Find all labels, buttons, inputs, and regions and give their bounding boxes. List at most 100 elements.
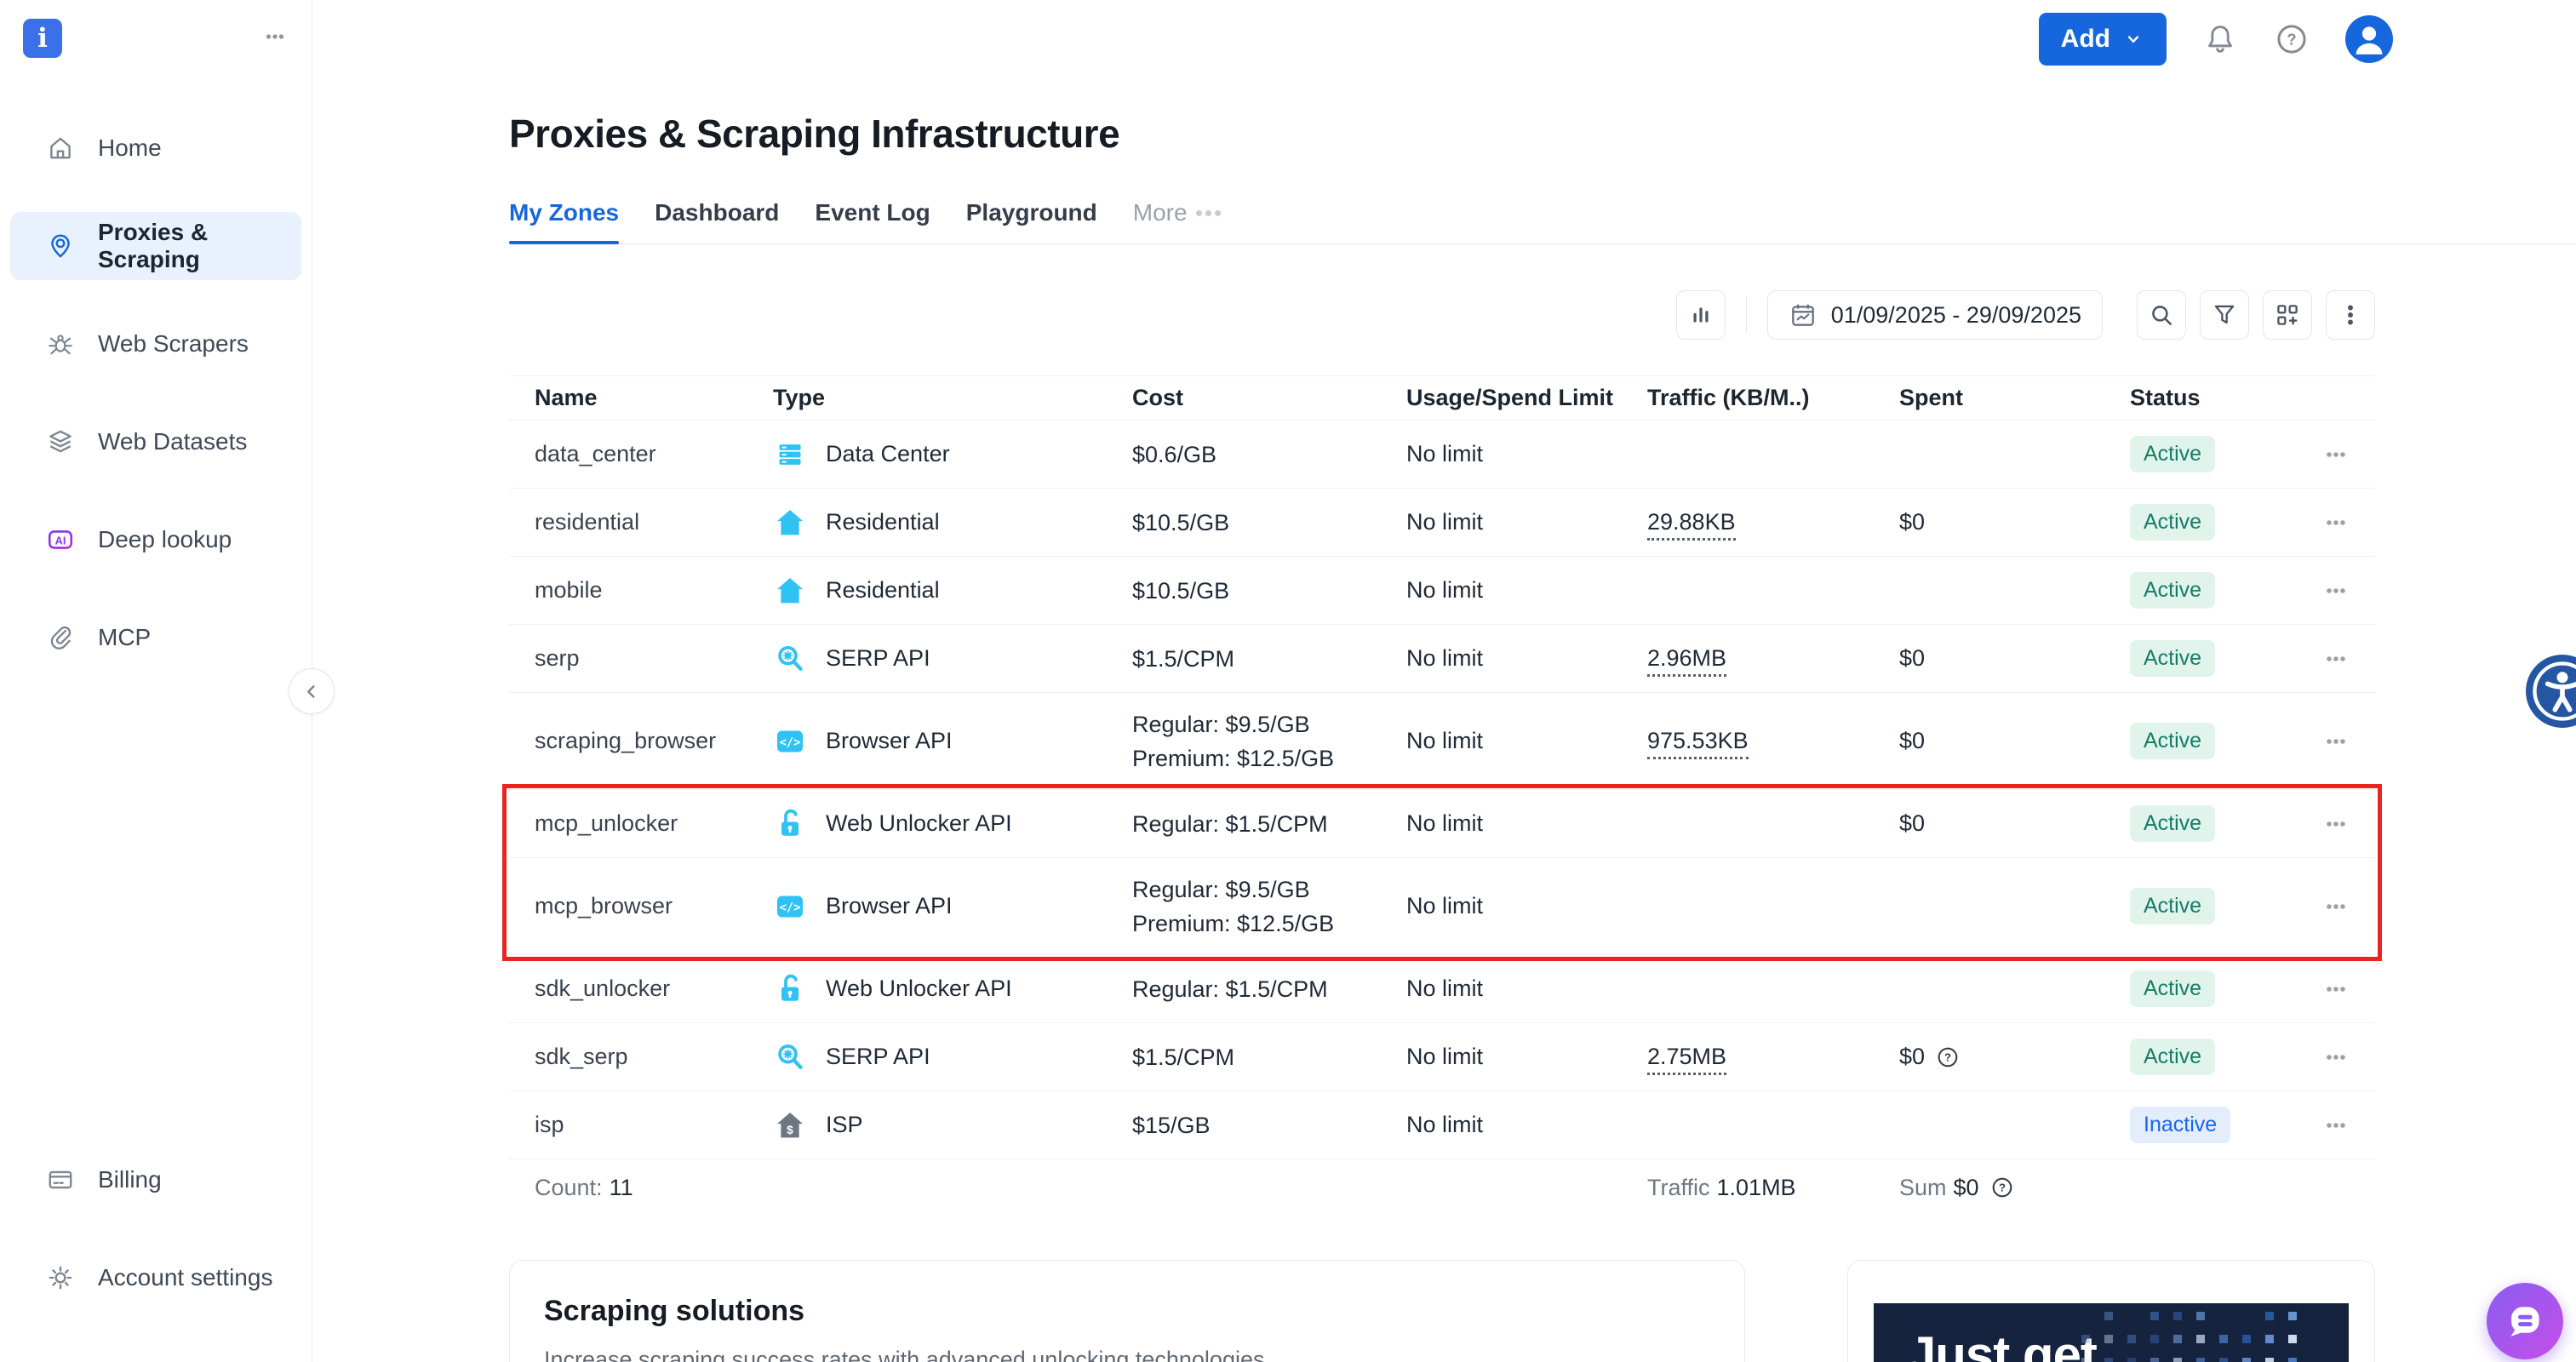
zone-traffic: 2.96MB xyxy=(1647,645,1899,677)
zone-type-label: Data Center xyxy=(826,441,950,466)
table-row-mcp_unlocker[interactable]: mcp_unlocker Web Unlocker API Regular: $1.… xyxy=(509,790,2375,858)
isp-house-icon xyxy=(773,1108,807,1142)
sidebar-item-deep-lookup[interactable]: Deep lookup xyxy=(10,506,301,574)
scraping-solutions-title: Scraping solutions xyxy=(544,1295,805,1327)
tab-more[interactable]: More xyxy=(1133,199,1221,243)
avatar[interactable] xyxy=(2345,15,2393,63)
status-badge: Active xyxy=(2130,723,2216,759)
column-header-type: Type xyxy=(773,385,826,410)
row-menu-button[interactable] xyxy=(2322,509,2350,536)
scraping-solutions-subtitle: Increase scraping success rates with adv… xyxy=(544,1347,1265,1362)
search-icon xyxy=(2147,300,2176,329)
table-row-mobile[interactable]: mobile Residential $10.5/GB No limit Active xyxy=(509,557,2375,625)
add-button[interactable]: Add xyxy=(2038,13,2167,66)
chat-widget-button[interactable] xyxy=(2487,1283,2563,1359)
table-row-serp[interactable]: serp SERP API $1.5/CPM No limit 2.96MB $0 Acti… xyxy=(509,625,2375,693)
row-menu-button[interactable] xyxy=(2322,893,2350,920)
zone-count: Count: 11 xyxy=(535,1174,633,1200)
tab-dashboard[interactable]: Dashboard xyxy=(655,199,779,243)
sidebar-item-label: Proxies & Scraping xyxy=(98,219,209,272)
funnel-icon xyxy=(2210,300,2239,329)
sidebar-item-label: Home xyxy=(98,134,162,161)
zone-status: Active xyxy=(2130,436,2298,472)
sidebar-menu-button[interactable] xyxy=(262,24,288,49)
zone-name: isp xyxy=(535,1112,564,1137)
accessibility-widget-button[interactable] xyxy=(2526,655,2576,728)
sidebar-item-label: Deep lookup xyxy=(98,526,232,552)
table-row-scraping_browser[interactable]: scraping_browser Browser API Regular: $9.5… xyxy=(509,693,2375,790)
serp-icon xyxy=(773,1040,807,1074)
sidebar-item-label: Web Datasets xyxy=(98,428,248,455)
row-menu-button[interactable] xyxy=(2322,441,2350,468)
zone-type: Browser API xyxy=(773,724,1132,758)
chart-view-button[interactable] xyxy=(1675,290,1726,340)
row-menu-button[interactable] xyxy=(2322,645,2350,672)
zone-type: Residential xyxy=(773,574,1132,608)
sidebar-item-proxies-scraping[interactable]: Proxies & Scraping xyxy=(10,212,301,280)
row-menu-button[interactable] xyxy=(2322,577,2350,604)
table-row-mcp_browser[interactable]: mcp_browser Browser API Regular: $9.5/GB Pr… xyxy=(509,858,2375,955)
traffic-value[interactable]: 29.88KB xyxy=(1647,509,1736,541)
sidebar-item-web-datasets[interactable]: Web Datasets xyxy=(10,408,301,476)
zone-traffic: 975.53KB xyxy=(1647,728,1899,759)
zone-type-label: SERP API xyxy=(826,645,930,671)
filter-button[interactable] xyxy=(2200,290,2249,340)
topbar: Add xyxy=(312,0,2576,78)
row-menu-button[interactable] xyxy=(2322,728,2350,755)
zone-type-label: Browser API xyxy=(826,728,953,753)
columns-button[interactable] xyxy=(2263,290,2312,340)
zone-type-label: Browser API xyxy=(826,893,953,918)
sidebar-item-account-settings[interactable]: Account settings xyxy=(10,1244,301,1312)
chevron-down-icon xyxy=(2122,28,2144,50)
zone-type: Browser API xyxy=(773,890,1132,924)
row-menu-button[interactable] xyxy=(2322,810,2350,838)
chevron-left-icon xyxy=(299,678,324,704)
zone-actions xyxy=(2298,645,2375,672)
tab-my-zones[interactable]: My Zones xyxy=(509,199,620,244)
sidebar-item-home[interactable]: Home xyxy=(10,114,301,182)
row-menu-button[interactable] xyxy=(2322,976,2350,1003)
zone-type-label: Residential xyxy=(826,577,940,603)
help-button[interactable] xyxy=(2274,21,2310,57)
traffic-value[interactable]: 2.96MB xyxy=(1647,645,1727,677)
table-row-residential[interactable]: residential Residential $10.5/GB No limit 29… xyxy=(509,489,2375,557)
zone-cost: Regular: $1.5/CPM xyxy=(1132,810,1328,837)
column-header-usage-spend-limit: Usage/Spend Limit xyxy=(1406,385,1614,410)
promo-banner: Just get xyxy=(1873,1303,2349,1362)
table-row-sdk_serp[interactable]: sdk_serp SERP API $1.5/CPM No limit 2.75MB $0… xyxy=(509,1023,2375,1091)
table-row-isp[interactable]: isp ISP $15/GB No limit Inactive xyxy=(509,1091,2375,1159)
zone-cost: Regular: $9.5/GB Premium: $12.5/GB xyxy=(1132,876,1335,936)
zone-name: sdk_unlocker xyxy=(535,976,671,1001)
zone-type-label: Web Unlocker API xyxy=(826,810,1012,836)
sidebar-item-mcp[interactable]: MCP xyxy=(10,604,301,672)
sidebar-item-billing[interactable]: Billing xyxy=(10,1146,301,1214)
notifications-button[interactable] xyxy=(2202,21,2238,57)
tab-playground[interactable]: Playground xyxy=(966,199,1097,243)
tab-event-log[interactable]: Event Log xyxy=(815,199,930,243)
traffic-value[interactable]: 2.75MB xyxy=(1647,1044,1727,1075)
sidebar-item-web-scrapers[interactable]: Web Scrapers xyxy=(10,310,301,378)
chat-bubble-icon xyxy=(2503,1299,2547,1343)
search-button[interactable] xyxy=(2137,290,2186,340)
zone-name: sdk_serp xyxy=(535,1044,628,1069)
zone-name: data_center xyxy=(535,441,656,466)
app-logo[interactable]: i xyxy=(23,19,62,58)
zone-type: Residential xyxy=(773,506,1132,540)
table-menu-button[interactable] xyxy=(2326,290,2375,340)
zone-name: mcp_unlocker xyxy=(535,810,678,836)
row-menu-button[interactable] xyxy=(2322,1044,2350,1071)
zone-status: Inactive xyxy=(2130,1107,2298,1143)
zone-type: Web Unlocker API xyxy=(773,972,1132,1006)
date-range-button[interactable]: 01/09/2025 - 29/09/2025 xyxy=(1766,290,2103,340)
table-row-data_center[interactable]: data_center Data Center $0.6/GB No limit Act… xyxy=(509,421,2375,489)
help-circle-icon[interactable] xyxy=(1989,1175,2015,1200)
zone-actions xyxy=(2298,509,2375,536)
location-pin-icon xyxy=(46,232,75,260)
traffic-value[interactable]: 975.53KB xyxy=(1647,728,1749,759)
row-menu-button[interactable] xyxy=(2322,1112,2350,1139)
sidebar-collapse-button[interactable] xyxy=(289,668,335,714)
zone-name: serp xyxy=(535,645,580,671)
promo-card[interactable]: Just get xyxy=(1846,1260,2375,1362)
zone-limit: No limit xyxy=(1406,893,1484,918)
table-row-sdk_unlocker[interactable]: sdk_unlocker Web Unlocker API Regular: $1.… xyxy=(509,955,2375,1023)
